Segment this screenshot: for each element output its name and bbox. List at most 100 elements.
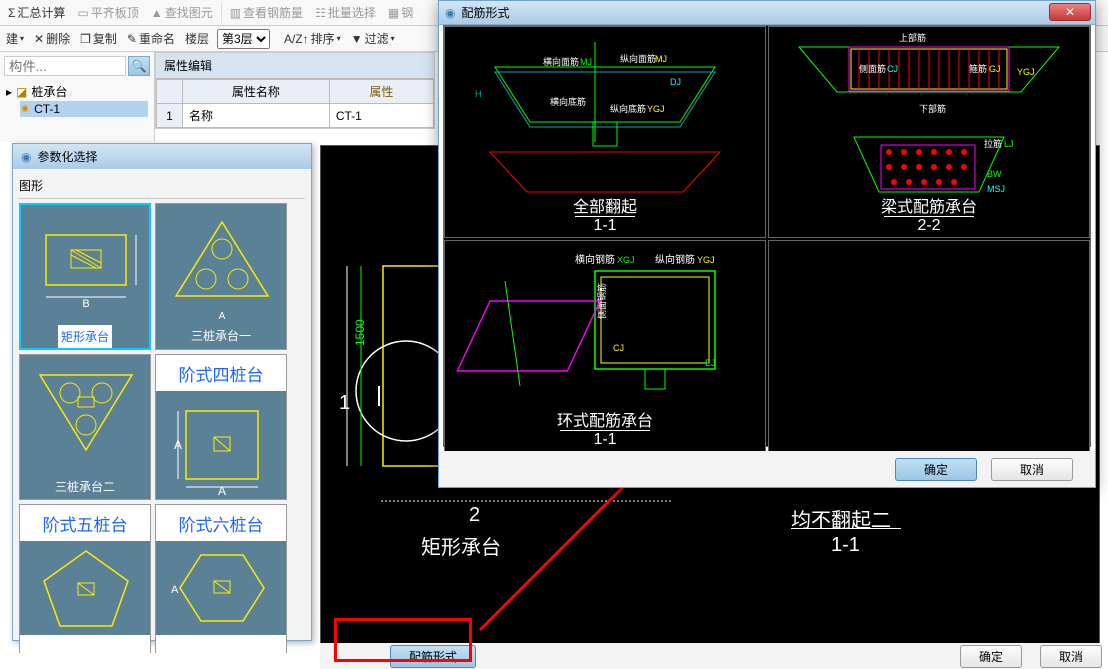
chevron-down-icon: ▾ xyxy=(20,34,24,43)
close-button[interactable]: ✕ xyxy=(1049,3,1091,21)
view-rebar-label: 查看钢筋量 xyxy=(243,4,303,21)
folder-icon: ◪ xyxy=(16,85,27,99)
separator xyxy=(221,3,222,23)
dialog-ok-button[interactable]: 确定 xyxy=(895,458,977,481)
annotation-rect xyxy=(334,618,472,662)
prop-name-cell[interactable]: 名称 xyxy=(183,104,330,128)
ok-button-bottom[interactable]: 确定 xyxy=(960,645,1022,668)
shape-card-step4[interactable]: 阶式四桩台 AA xyxy=(155,354,287,500)
find-element-button[interactable]: ▲ 查找图元 xyxy=(147,4,217,21)
svg-text:下部筋: 下部筋 xyxy=(919,103,946,114)
svg-text:CJ: CJ xyxy=(887,64,898,74)
svg-text:CJ: CJ xyxy=(613,343,624,353)
prop-col-name: 属性名称 xyxy=(183,80,330,104)
svg-text:横向底筋: 横向底筋 xyxy=(550,96,586,107)
svg-text:GJ: GJ xyxy=(989,64,1001,74)
svg-text:MJ: MJ xyxy=(580,57,592,67)
dialog-titlebar[interactable]: ◉ 配筋形式 ✕ xyxy=(439,1,1095,25)
svg-text:侧面筋: 侧面筋 xyxy=(859,63,886,74)
new-button[interactable]: 建 ▾ xyxy=(4,30,26,47)
shape-caption: 三桩承台一 xyxy=(188,324,254,347)
copy-button[interactable]: ❐ 复制 xyxy=(78,30,119,47)
dialog-cell-3[interactable]: 横向钢筋XGJ 纵向钢筋YGJ 侧面钢筋 CJ EJ 环式配筋承台 1-1 xyxy=(444,240,766,452)
divider xyxy=(560,430,650,431)
close-icon: ✕ xyxy=(1065,5,1075,19)
shape-caption: 阶式四桩台 xyxy=(176,355,267,389)
dialog-cell-2[interactable]: 上部筋 侧面筋CJ 箍筋GJ YGJ 下部筋 拉筋LJ BW MSJ 梁式配筋承… xyxy=(768,26,1090,238)
filter-label: 过滤 xyxy=(365,30,389,47)
dialog-cell-1[interactable]: 横向面筋MJ 纵向面筋MJ 横向底筋 纵向底筋YGJ DJ H 全部翻起 1-1 xyxy=(444,26,766,238)
floor-label: 楼层 xyxy=(183,30,211,47)
svg-text:A: A xyxy=(219,311,226,322)
search-button[interactable]: 🔍 xyxy=(128,56,150,76)
svg-text:纵向底筋: 纵向底筋 xyxy=(610,103,646,114)
cell3-name: 环式配筋承台 xyxy=(445,407,765,431)
rebar-label: 钢 xyxy=(401,4,413,21)
svg-text:YGJ: YGJ xyxy=(647,104,665,114)
svg-text:EJ: EJ xyxy=(705,358,716,368)
shape-caption: 阶式六桩台 xyxy=(176,505,267,539)
cancel-button-bottom[interactable]: 取消 xyxy=(1040,645,1102,668)
summary-calc-button[interactable]: Σ 汇总计算 xyxy=(4,4,69,21)
sort-label: 排序 xyxy=(311,30,335,47)
svg-text:XGJ: XGJ xyxy=(617,255,635,265)
svg-text:箍筋: 箍筋 xyxy=(969,63,987,74)
prop-row-num: 1 xyxy=(157,104,183,128)
shape-card-step5[interactable]: 阶式五桩台 B=A/1.5385 xyxy=(19,504,151,653)
cell3-sec: 1-1 xyxy=(445,431,765,449)
shape-card-rect[interactable]: B 矩形承台 xyxy=(19,203,151,350)
batch-select-button[interactable]: ☷ 批量选择 xyxy=(311,4,380,21)
svg-text:纵向钢筋: 纵向钢筋 xyxy=(655,253,695,266)
tree-root-label: 桩承台 xyxy=(31,83,67,100)
param-window-title: 参数化选择 xyxy=(37,148,97,165)
dialog-cell-4[interactable] xyxy=(768,240,1090,452)
section-num-bottom: 2 xyxy=(469,504,480,527)
svg-text:H: H xyxy=(475,89,482,99)
cell1-sec: 1-1 xyxy=(445,217,765,235)
rebar-button[interactable]: ▦ 钢 xyxy=(384,4,417,21)
svg-text:BW: BW xyxy=(987,169,1002,179)
gear-icon: ✷ xyxy=(20,102,30,116)
dialog-cancel-button[interactable]: 取消 xyxy=(991,458,1073,481)
svg-text:纵向面筋: 纵向面筋 xyxy=(620,53,656,64)
param-group-label: 图形 xyxy=(19,175,305,199)
shape-card-step6[interactable]: 阶式六桩台 A B=A/1.7326 xyxy=(155,504,287,653)
new-label: 建 xyxy=(6,30,18,47)
shape-card-tri1[interactable]: A 三桩承台一 xyxy=(155,203,287,350)
align-top-button[interactable]: ▭ 平齐板顶 xyxy=(73,4,142,21)
svg-text:A: A xyxy=(171,584,179,596)
delete-button[interactable]: ✕ 删除 xyxy=(32,30,72,47)
tree-node-ct1[interactable]: ✷ CT-1 xyxy=(20,101,148,117)
shape-ratio: B=A/1.7326 xyxy=(186,635,255,653)
shape-card-tri2[interactable]: 三桩承台二 xyxy=(19,354,151,500)
filter-button[interactable]: ▼ 过滤 ▾ xyxy=(349,30,397,47)
tree-node-root[interactable]: ▸ ◪ 桩承台 xyxy=(6,82,148,101)
chevron-down-icon: ▾ xyxy=(337,34,341,43)
app-icon: ◉ xyxy=(21,150,31,164)
find-element-label: 查找图元 xyxy=(165,4,213,21)
view-rebar-button[interactable]: ▥ 查看钢筋量 xyxy=(226,4,307,21)
svg-text:B: B xyxy=(82,298,89,310)
dialog-title: 配筋形式 xyxy=(461,4,509,21)
chevron-down-icon: ▾ xyxy=(391,34,395,43)
divider xyxy=(575,216,635,217)
sort-button[interactable]: A/Z↑ 排序 ▾ xyxy=(282,30,343,47)
rename-button[interactable]: ✎ 重命名 xyxy=(125,30,177,47)
floor-select[interactable]: 第3层 xyxy=(217,29,270,49)
tree-child-label: CT-1 xyxy=(34,102,60,116)
shape-caption: 矩形承台 xyxy=(58,325,112,348)
svg-text:YGJ: YGJ xyxy=(697,255,715,265)
param-window-titlebar[interactable]: ◉ 参数化选择 xyxy=(13,144,311,169)
shape-caption: 三桩承台二 xyxy=(52,475,118,498)
cell1-name: 全部翻起 xyxy=(445,193,765,217)
dim-height: 1500 xyxy=(353,319,367,346)
svg-text:A: A xyxy=(218,484,226,498)
shape-name-label: 矩形承台 xyxy=(421,531,501,560)
prop-value-cell[interactable]: CT-1 xyxy=(329,104,433,128)
divider xyxy=(791,528,901,529)
svg-text:上部筋: 上部筋 xyxy=(899,32,926,43)
section-num-left: 1 xyxy=(339,392,350,415)
svg-text:LJ: LJ xyxy=(1004,139,1014,149)
copy-label: 复制 xyxy=(93,30,117,47)
search-input[interactable] xyxy=(4,56,126,76)
